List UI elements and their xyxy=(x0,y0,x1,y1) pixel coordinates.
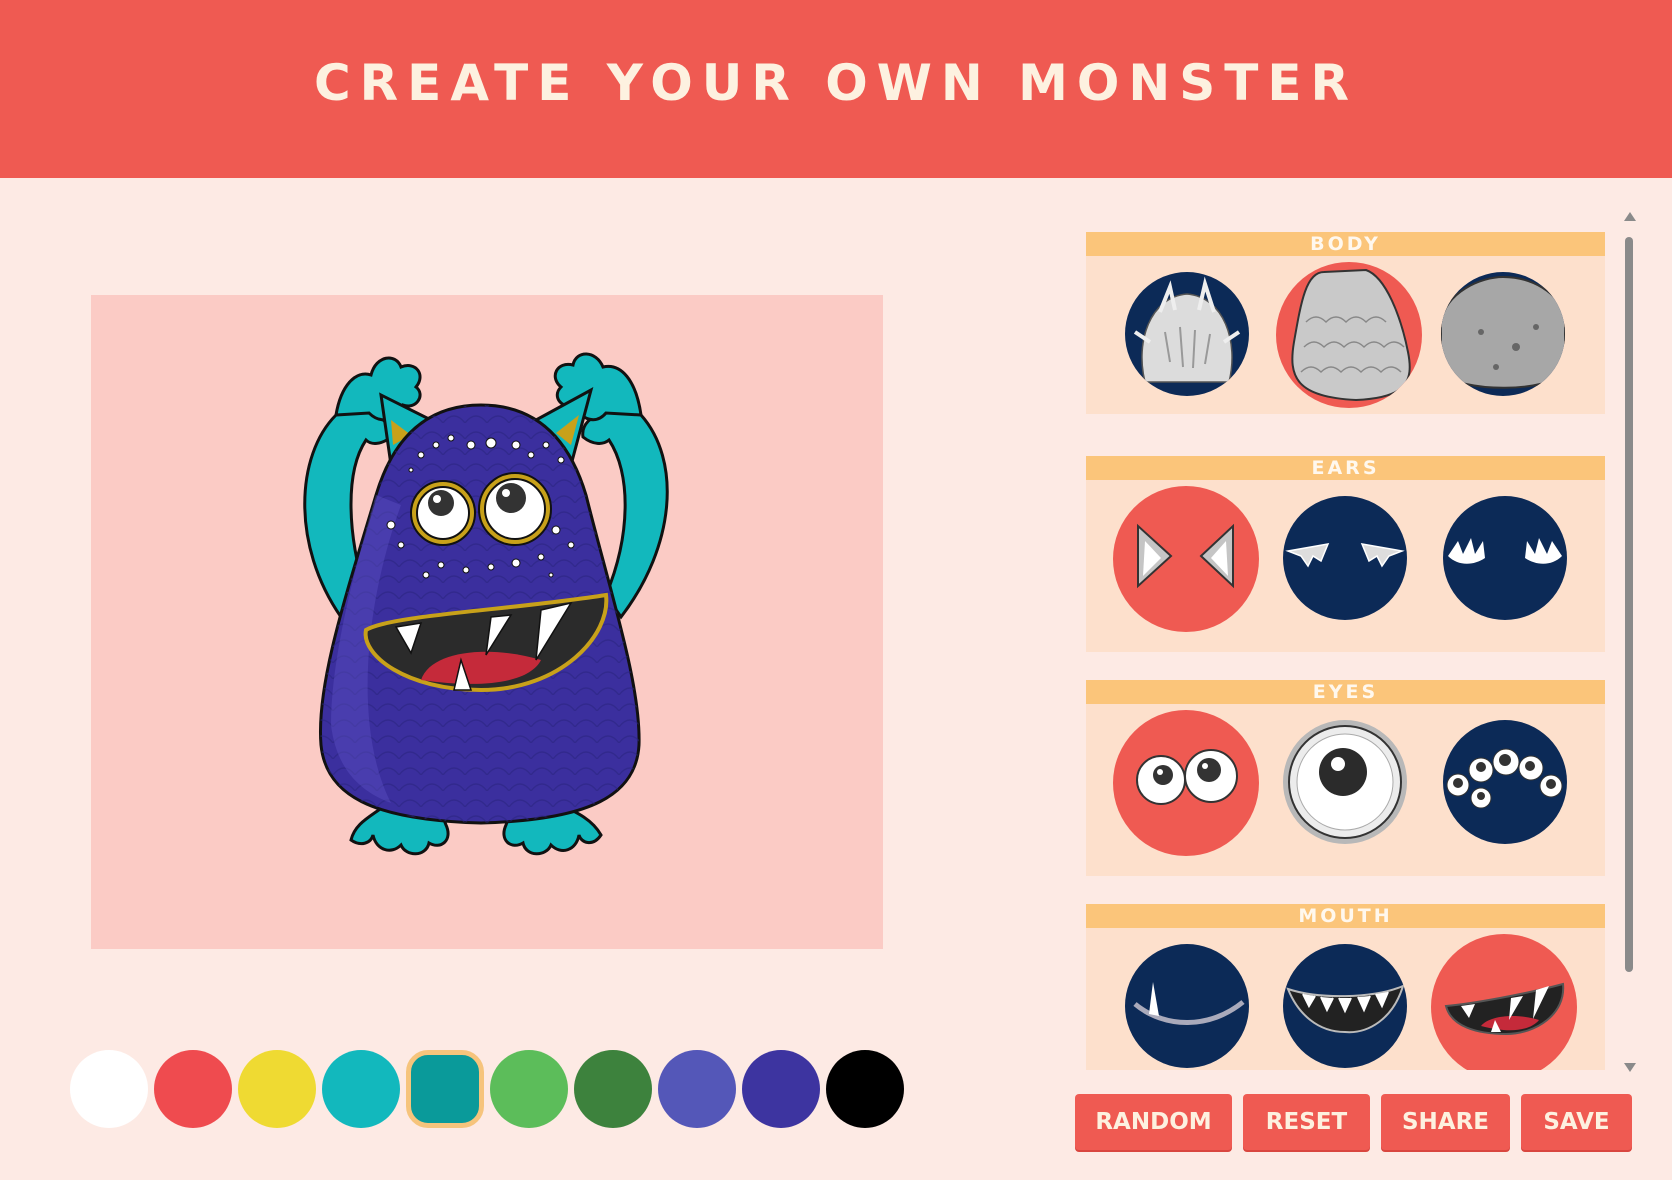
scroll-up-arrow-icon[interactable] xyxy=(1624,212,1636,221)
feathery-ears-icon xyxy=(1448,538,1562,564)
parts-panel: BODY EARS EYES MOUTH xyxy=(1086,218,1605,1070)
page-title: CREATE YOUR OWN MONSTER xyxy=(313,54,1359,112)
section-eyes: EYES xyxy=(1086,680,1605,876)
section-mouth: MOUTH xyxy=(1086,904,1605,1070)
monster-creator-app: CREATE YOUR OWN MONSTER BODY EARS EYES M… xyxy=(0,0,1672,1180)
body-option-scaly[interactable] xyxy=(1276,262,1422,408)
body-option-furry[interactable] xyxy=(1125,272,1249,396)
color-swatch-light-green[interactable] xyxy=(490,1050,568,1128)
scroll-down-arrow-icon[interactable] xyxy=(1624,1063,1636,1072)
color-swatch-cyan[interactable] xyxy=(322,1050,400,1128)
reset-button[interactable]: RESET xyxy=(1243,1094,1370,1150)
mouth-option-fangs[interactable] xyxy=(1431,934,1577,1070)
section-title-body: BODY xyxy=(1086,232,1605,256)
scrollbar-thumb[interactable] xyxy=(1625,237,1633,972)
toothy-mouth-icon xyxy=(1286,984,1405,1034)
save-button[interactable]: SAVE xyxy=(1521,1094,1632,1150)
color-swatch-slate-blue[interactable] xyxy=(658,1050,736,1128)
round-body-icon xyxy=(1441,275,1565,389)
section-title-mouth: MOUTH xyxy=(1086,904,1605,928)
winged-ears-icon xyxy=(1285,543,1405,568)
header-bar: CREATE YOUR OWN MONSTER xyxy=(0,0,1672,178)
color-swatch-dark-green[interactable] xyxy=(574,1050,652,1128)
panel-scrollbar[interactable] xyxy=(1622,212,1638,1072)
ears-option-feathery[interactable] xyxy=(1443,496,1567,620)
color-swatch-indigo[interactable] xyxy=(742,1050,820,1128)
monster-preview-canvas xyxy=(91,295,883,949)
mouth-option-smile[interactable] xyxy=(1125,944,1249,1068)
ears-option-winged[interactable] xyxy=(1283,496,1407,620)
color-swatch-black[interactable] xyxy=(826,1050,904,1128)
mouth-option-toothy[interactable] xyxy=(1283,944,1407,1068)
fangs-mouth-icon xyxy=(1444,982,1565,1036)
section-ears: EARS xyxy=(1086,456,1605,652)
monster-illustration xyxy=(303,352,669,856)
furry-body-icon xyxy=(1133,276,1241,383)
eyes-option-cyclops[interactable] xyxy=(1283,720,1407,844)
section-title-ears: EARS xyxy=(1086,456,1605,480)
color-swatch-yellow[interactable] xyxy=(238,1050,316,1128)
eyes-option-two[interactable] xyxy=(1113,710,1259,856)
ears-option-pointy[interactable] xyxy=(1113,486,1259,632)
section-title-eyes: EYES xyxy=(1086,680,1605,704)
random-button[interactable]: RANDOM xyxy=(1075,1094,1232,1150)
pointy-ears-icon xyxy=(1137,523,1234,589)
many-eyes-icon xyxy=(1446,748,1563,809)
two-eyes-icon xyxy=(1136,749,1238,805)
eyes-option-many[interactable] xyxy=(1443,720,1567,844)
color-swatch-teal[interactable] xyxy=(406,1050,484,1128)
section-body: BODY xyxy=(1086,232,1605,414)
cyclops-eye-icon xyxy=(1288,725,1402,839)
smile-mouth-icon xyxy=(1133,982,1245,1025)
color-swatch-red[interactable] xyxy=(154,1050,232,1128)
body-option-round[interactable] xyxy=(1441,272,1565,396)
scaly-body-icon xyxy=(1291,268,1411,402)
share-button[interactable]: SHARE xyxy=(1381,1094,1510,1150)
color-swatch-row xyxy=(70,1050,910,1128)
color-swatch-white[interactable] xyxy=(70,1050,148,1128)
